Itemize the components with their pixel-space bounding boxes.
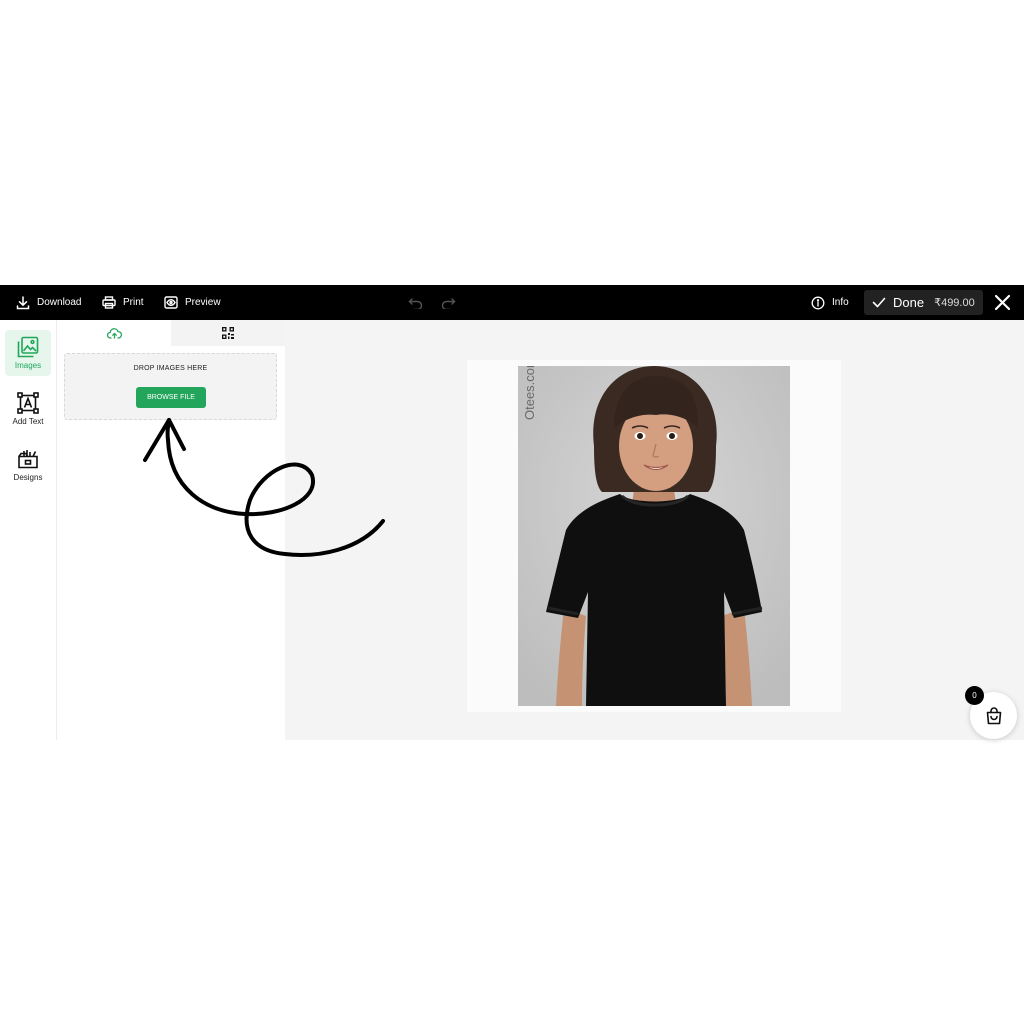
download-label: Download <box>37 297 82 308</box>
browse-file-button[interactable]: BROWSE FILE <box>136 387 206 408</box>
tab-qr-code[interactable] <box>171 320 285 346</box>
info-label: Info <box>832 297 849 308</box>
shopping-bag-icon <box>986 706 1001 724</box>
download-button[interactable]: Download <box>16 285 81 320</box>
undo-icon <box>408 297 423 309</box>
eye-icon <box>164 296 178 309</box>
sidebar-item-designs[interactable]: Designs <box>5 442 51 488</box>
sidebar-item-label: Add Text <box>12 417 44 426</box>
close-icon[interactable] <box>993 293 1012 312</box>
design-canvas[interactable]: Otees.com <box>467 360 841 712</box>
done-label: Done <box>893 295 925 310</box>
sidebar-item-label: Images <box>14 361 42 370</box>
redo-button[interactable] <box>441 285 456 320</box>
cart-count-badge: 0 <box>965 686 984 705</box>
printer-icon <box>102 296 116 309</box>
top-toolbar: Download Print Preview Info Done ₹499.00 <box>0 285 1024 320</box>
images-icon <box>17 336 39 358</box>
preview-button[interactable]: Preview <box>164 285 221 320</box>
checkmark-icon <box>872 297 886 308</box>
done-button[interactable]: Done ₹499.00 <box>864 290 983 315</box>
qr-code-icon <box>222 327 234 339</box>
sidebar-item-images[interactable]: Images <box>5 330 51 376</box>
download-icon <box>16 295 30 309</box>
dropzone-label: DROP IMAGES HERE <box>133 365 208 372</box>
editor-app: Download Print Preview Info Done ₹499.00… <box>0 285 1024 740</box>
info-button[interactable]: Info <box>811 285 849 320</box>
cloud-upload-icon <box>106 327 122 339</box>
image-dropzone[interactable]: DROP IMAGES HERE BROWSE FILE <box>64 353 277 420</box>
sidebar-item-label: Designs <box>13 473 43 482</box>
print-button[interactable]: Print <box>102 285 144 320</box>
price-label: ₹499.00 <box>934 297 975 309</box>
watermark-text: Otees.com <box>522 366 537 420</box>
info-icon <box>811 296 825 309</box>
product-mockup-image: Otees.com <box>518 366 790 706</box>
tab-upload[interactable] <box>57 320 171 346</box>
tool-rail: Images Add Text Designs <box>0 320 57 740</box>
undo-button[interactable] <box>408 285 423 320</box>
upload-panel: DROP IMAGES HERE BROWSE FILE <box>57 320 285 740</box>
text-box-icon <box>17 392 39 414</box>
designs-icon <box>18 450 38 469</box>
print-label: Print <box>123 297 144 308</box>
sidebar-item-add-text[interactable]: Add Text <box>5 386 51 432</box>
preview-label: Preview <box>185 297 221 308</box>
redo-icon <box>441 297 456 309</box>
model-tshirt-illustration <box>518 366 790 706</box>
